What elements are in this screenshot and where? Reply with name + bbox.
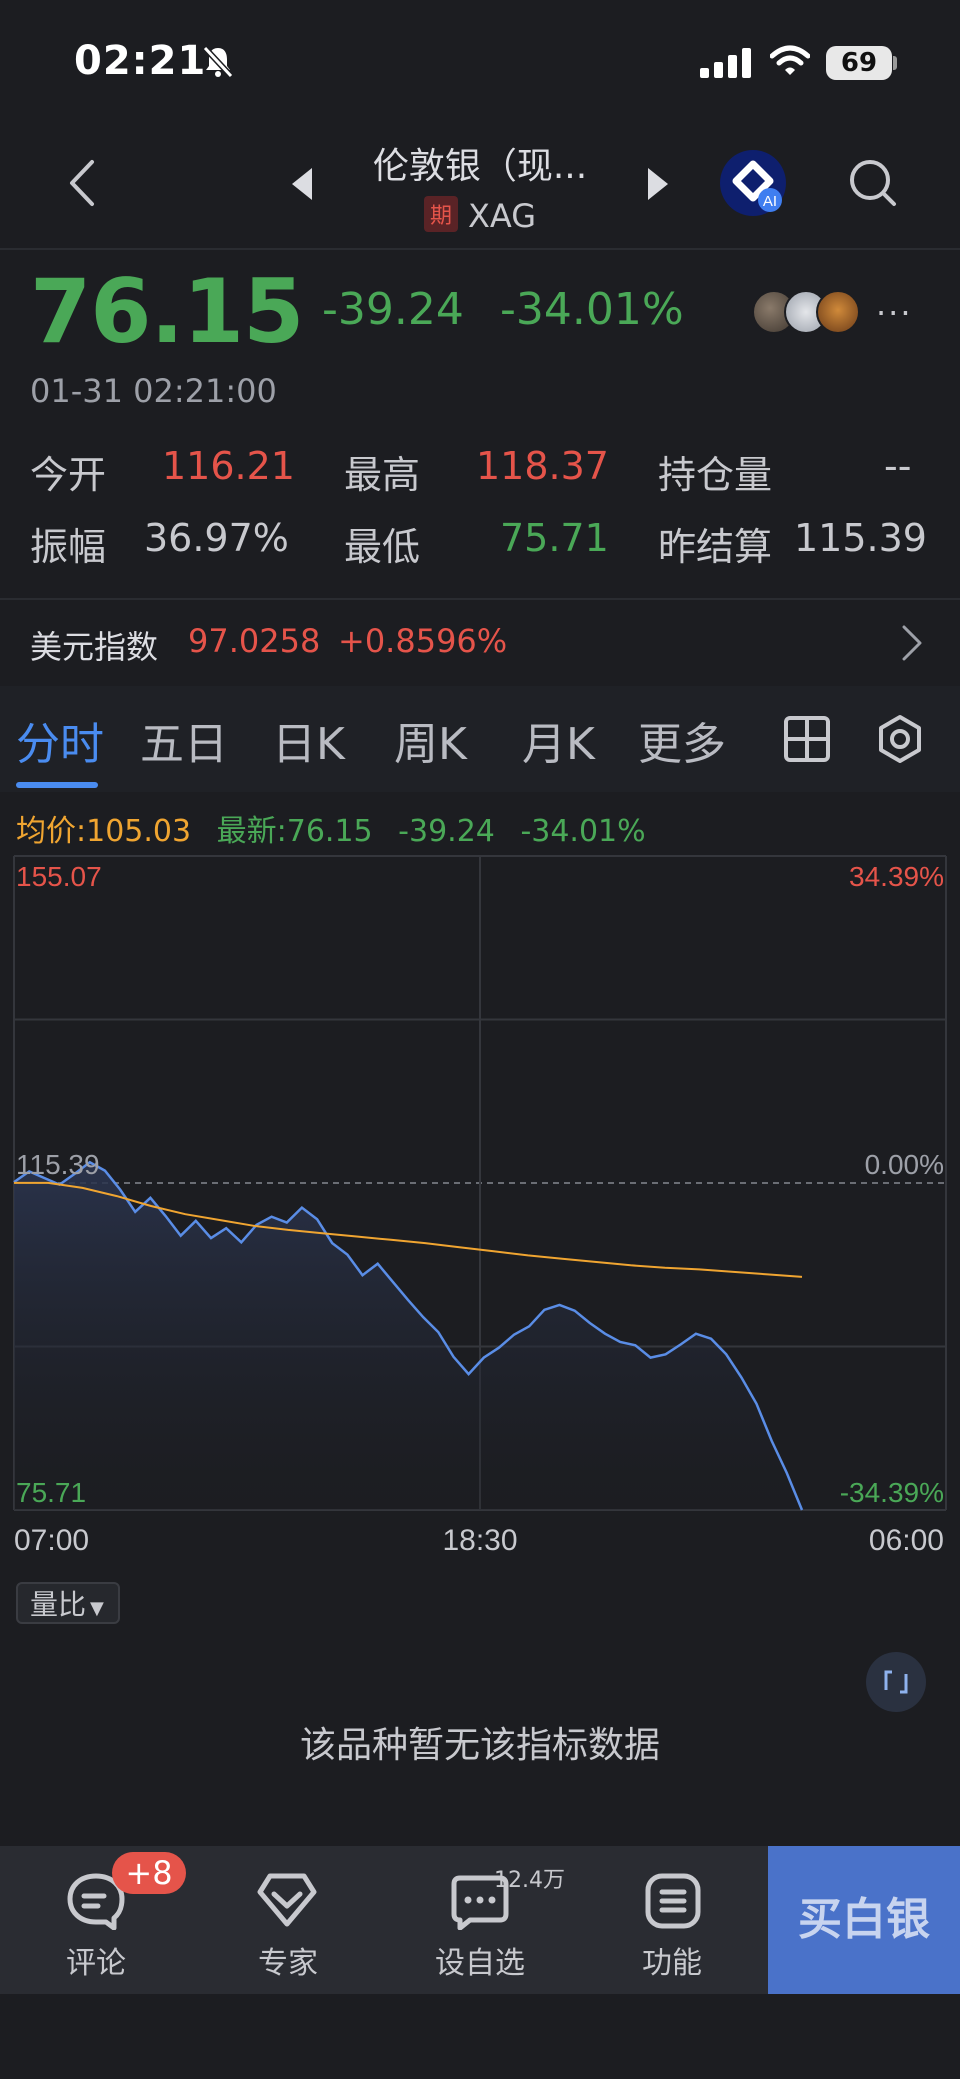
instrument-symbol-row: 期 XAG: [330, 196, 630, 235]
quote-timestamp: 01-31 02:21:00: [30, 372, 277, 410]
signal-icon: [700, 48, 751, 78]
dollar-index-change: +0.8596%: [338, 622, 508, 660]
x-axis-end-label: 06:00: [869, 1524, 944, 1557]
active-tab-indicator: [16, 782, 98, 788]
open-value: 116.21: [162, 444, 295, 488]
prev-settle-value: 115.39: [794, 516, 927, 560]
pct-axis-bottom-label: -34.39%: [840, 1477, 944, 1508]
indicator-selector[interactable]: 量比 ▼: [16, 1582, 120, 1624]
ai-badge-label: AI: [763, 193, 777, 210]
add-favorite-label[interactable]: 设自选: [410, 1938, 550, 1982]
bell-muted-icon: [202, 45, 234, 79]
dollar-index-label: 美元指数: [30, 628, 159, 666]
layout-grid-icon[interactable]: [784, 716, 830, 762]
functions-menu-icon[interactable]: [644, 1872, 702, 1930]
battery-tip: [893, 56, 897, 70]
no-indicator-data-message: 该品种暂无该指标数据: [299, 1725, 660, 1766]
expand-icon: [884, 1670, 908, 1694]
tab-five-day[interactable]: 五日: [140, 708, 228, 772]
favorite-count: 12.4万: [494, 1868, 565, 1893]
instrument-name: 伦敦银（现...: [372, 146, 588, 187]
tab-more[interactable]: 更多: [638, 708, 730, 772]
tab-intraday[interactable]: 分时: [16, 708, 104, 772]
back-button[interactable]: [64, 158, 104, 208]
price-change-percent: -34.01%: [500, 284, 684, 335]
functions-label[interactable]: 功能: [602, 1938, 742, 1982]
comments-badge: +8: [112, 1852, 186, 1894]
futures-tag: 期: [423, 196, 458, 232]
tab-monthly-k[interactable]: 月K: [522, 708, 595, 772]
open-label: 今开: [30, 453, 107, 497]
indicator-selector-label: 量比: [30, 1588, 87, 1621]
chart-info-row: 均价:105.03 最新:76.15 -39.24 -34.01%: [16, 806, 646, 850]
prev-settle-label: 昨结算: [658, 525, 773, 569]
low-label: 最低: [344, 525, 421, 569]
expand-chart-button[interactable]: [866, 1652, 926, 1712]
high-value: 118.37: [476, 444, 609, 488]
header-divider: [0, 248, 960, 250]
previous-instrument-button[interactable]: [292, 168, 314, 200]
battery-indicator: 69: [826, 46, 892, 80]
community-avatars[interactable]: [752, 290, 864, 334]
x-axis-start-label: 07:00: [14, 1524, 89, 1557]
low-value: 75.71: [500, 516, 609, 560]
latest-price-label: 最新:76.15: [216, 814, 373, 849]
chart-change: -39.24: [398, 814, 495, 849]
dollar-index-value: 97.0258: [188, 622, 321, 660]
last-price: 76.15: [30, 260, 304, 363]
open-interest-value: --: [884, 444, 912, 488]
comments-label[interactable]: 评论: [26, 1938, 166, 1982]
next-instrument-button[interactable]: [646, 168, 668, 200]
y-axis-top-label: 155.07: [16, 861, 102, 892]
home-indicator-area: [0, 1994, 960, 2079]
pct-axis-base-label: 0.00%: [865, 1149, 944, 1180]
y-axis-bottom-label: 75.71: [16, 1477, 86, 1508]
instrument-symbol: XAG: [467, 197, 537, 235]
pct-axis-top-label: 34.39%: [849, 861, 944, 892]
amplitude-value: 36.97%: [144, 516, 289, 560]
price-area-fill: [14, 1162, 802, 1510]
x-axis-mid-label: 18:30: [442, 1524, 517, 1557]
chart-change-percent: -34.01%: [520, 814, 646, 849]
chevron-right-icon[interactable]: [900, 624, 924, 662]
buy-silver-button[interactable]: 买白银: [768, 1846, 960, 1994]
high-label: 最高: [344, 453, 421, 497]
tab-weekly-k[interactable]: 周K: [394, 708, 467, 772]
price-change: -39.24: [322, 284, 464, 335]
tab-daily-k[interactable]: 日K: [272, 708, 345, 772]
y-axis-base-label: 115.39: [16, 1149, 100, 1180]
ai-logo-icon: AI: [732, 160, 782, 212]
amplitude-label: 振幅: [30, 525, 107, 569]
expert-icon[interactable]: [256, 1872, 318, 1930]
open-interest-label: 持仓量: [658, 453, 773, 497]
wifi-icon: [770, 45, 810, 75]
search-icon[interactable]: [846, 156, 900, 210]
average-price-label: 均价:105.03: [16, 814, 192, 849]
experts-label[interactable]: 专家: [218, 1938, 358, 1982]
status-time: 02:21: [74, 38, 207, 84]
intraday-chart[interactable]: 155.07 115.39 75.71 34.39% 0.00% -34.39%…: [0, 850, 960, 1570]
settings-gear-icon[interactable]: [876, 714, 924, 764]
caret-down-icon: ▼: [90, 1598, 104, 1619]
avatar: [816, 290, 860, 334]
ai-assistant-button[interactable]: AI: [720, 150, 786, 216]
more-options-button[interactable]: ···: [876, 294, 913, 332]
